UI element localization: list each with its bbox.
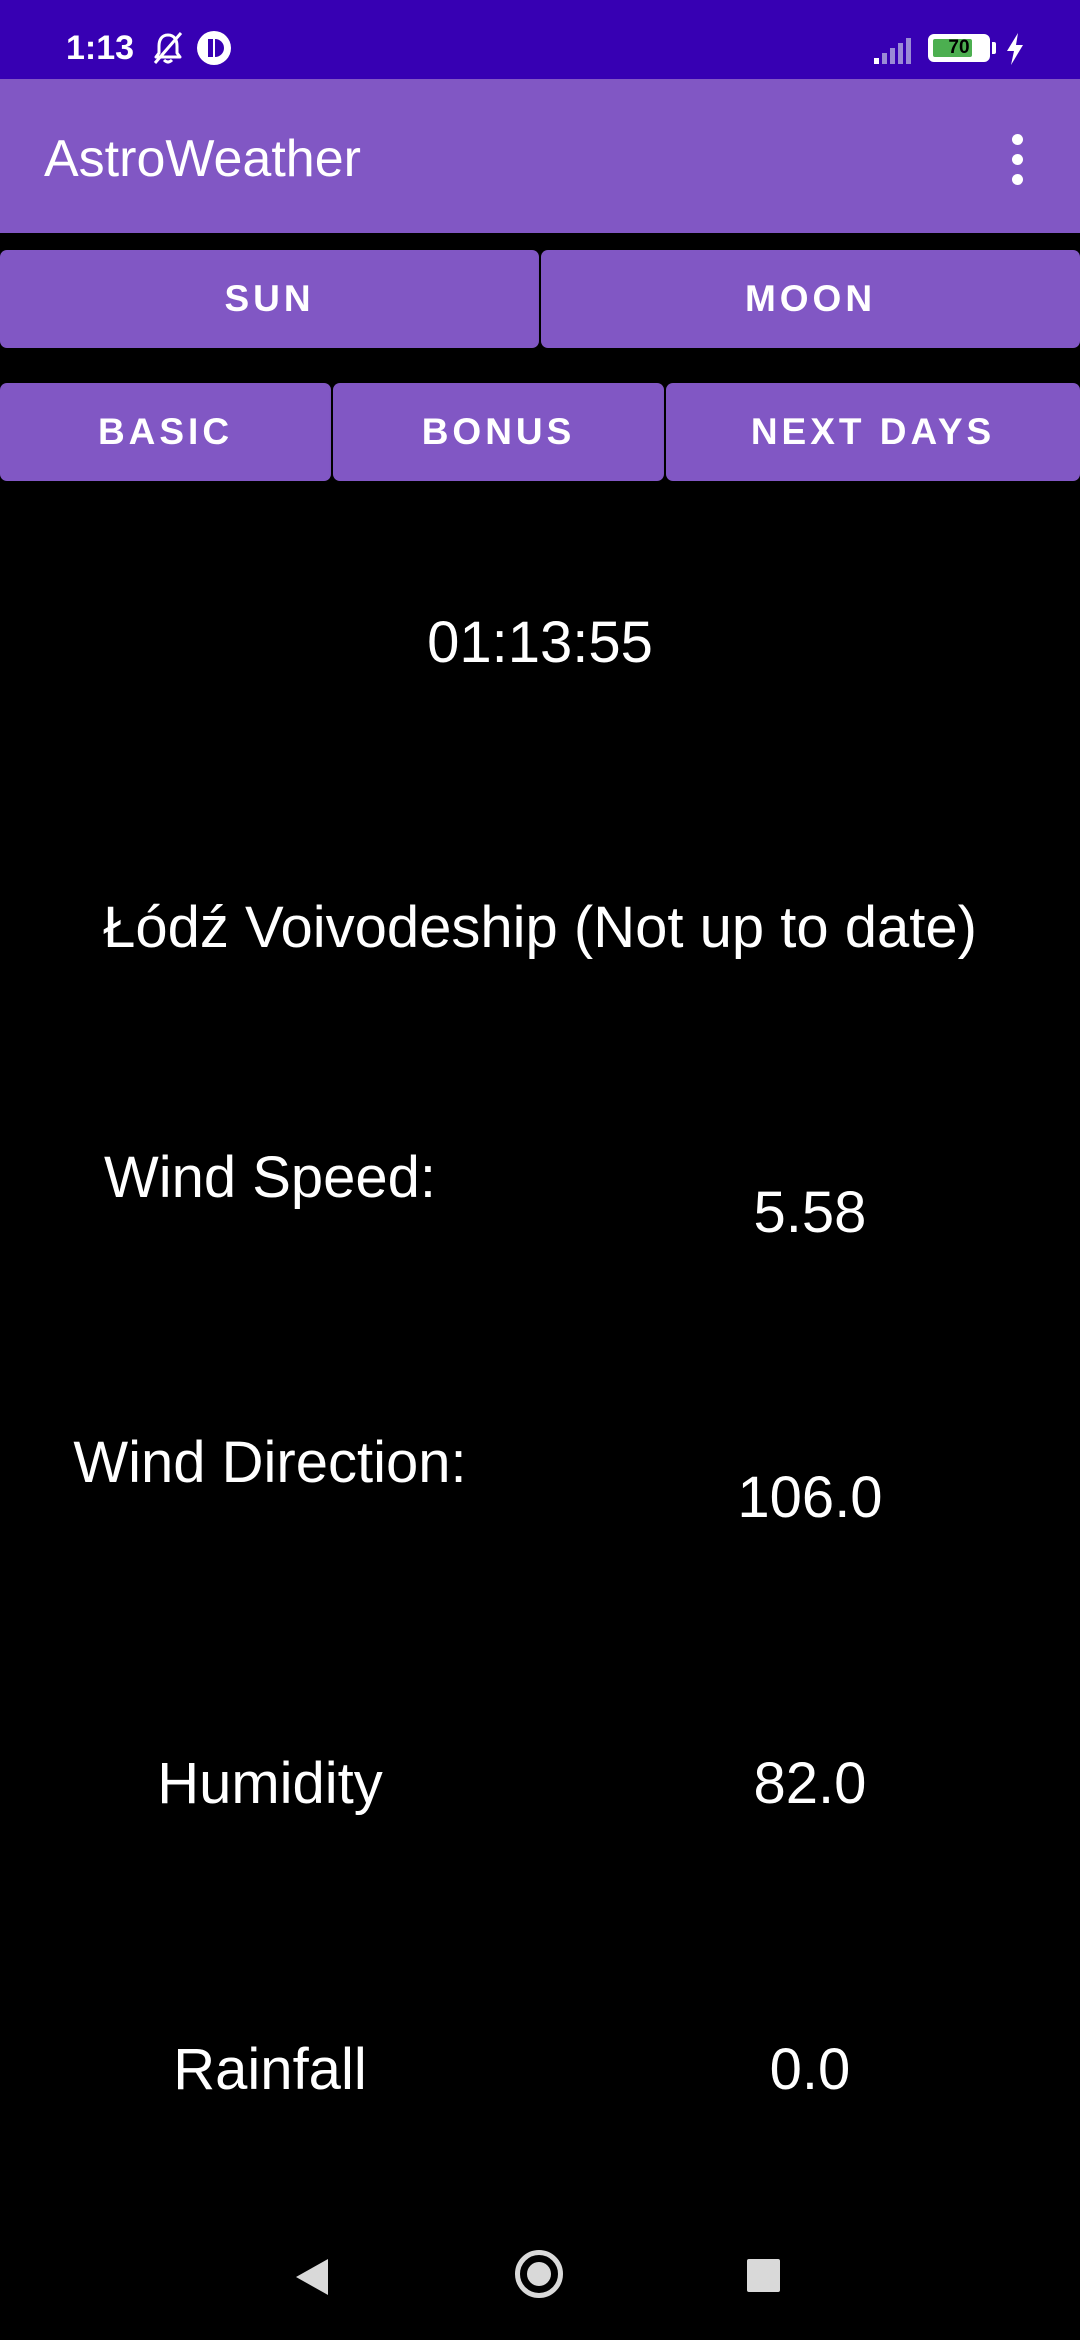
- battery-icon: 70: [928, 34, 990, 62]
- bell-off-icon: [153, 32, 183, 64]
- bonus-button[interactable]: BONUS: [333, 383, 664, 481]
- next-days-button[interactable]: NEXT DAYS: [666, 383, 1080, 481]
- app-notification-icon: [197, 31, 231, 65]
- app-bar: AstroWeather: [0, 79, 1080, 233]
- status-bar: 1:13 70: [0, 0, 1080, 79]
- wind-direction-value: 106.0: [737, 1465, 883, 1530]
- more-vert-icon[interactable]: [996, 124, 1040, 194]
- wind-speed-value: 5.58: [753, 1180, 867, 1245]
- clock-text: 01:13:55: [427, 610, 653, 675]
- signal-icon: [874, 38, 911, 64]
- sun-button[interactable]: SUN: [0, 250, 539, 348]
- app-title: AstroWeather: [44, 130, 361, 188]
- humidity-label: Humidity: [157, 1751, 383, 1816]
- rainfall-label: Rainfall: [173, 2037, 367, 2102]
- back-icon[interactable]: [296, 2259, 328, 2295]
- home-icon-inner: [527, 2262, 551, 2286]
- basic-button[interactable]: BASIC: [0, 383, 331, 481]
- wind-direction-label: Wind Direction:: [73, 1430, 467, 1495]
- home-icon[interactable]: [515, 2250, 563, 2298]
- wind-speed-label: Wind Speed:: [103, 1145, 437, 1210]
- rainfall-value: 0.0: [769, 2037, 851, 2102]
- humidity-value: 82.0: [753, 1751, 867, 1816]
- charging-icon: [1007, 33, 1023, 65]
- battery-level: 70: [948, 37, 970, 58]
- navigation-bar: [0, 2212, 1080, 2340]
- recents-icon[interactable]: [747, 2259, 780, 2292]
- battery-tip: [992, 42, 996, 54]
- screen: 1:13 70 AstroWeather SUN MOON BASIC BONU…: [0, 0, 1080, 2340]
- location-text: Łódź Voivodeship (Not up to date): [103, 895, 977, 960]
- status-time: 1:13: [66, 29, 135, 67]
- moon-button[interactable]: MOON: [541, 250, 1080, 348]
